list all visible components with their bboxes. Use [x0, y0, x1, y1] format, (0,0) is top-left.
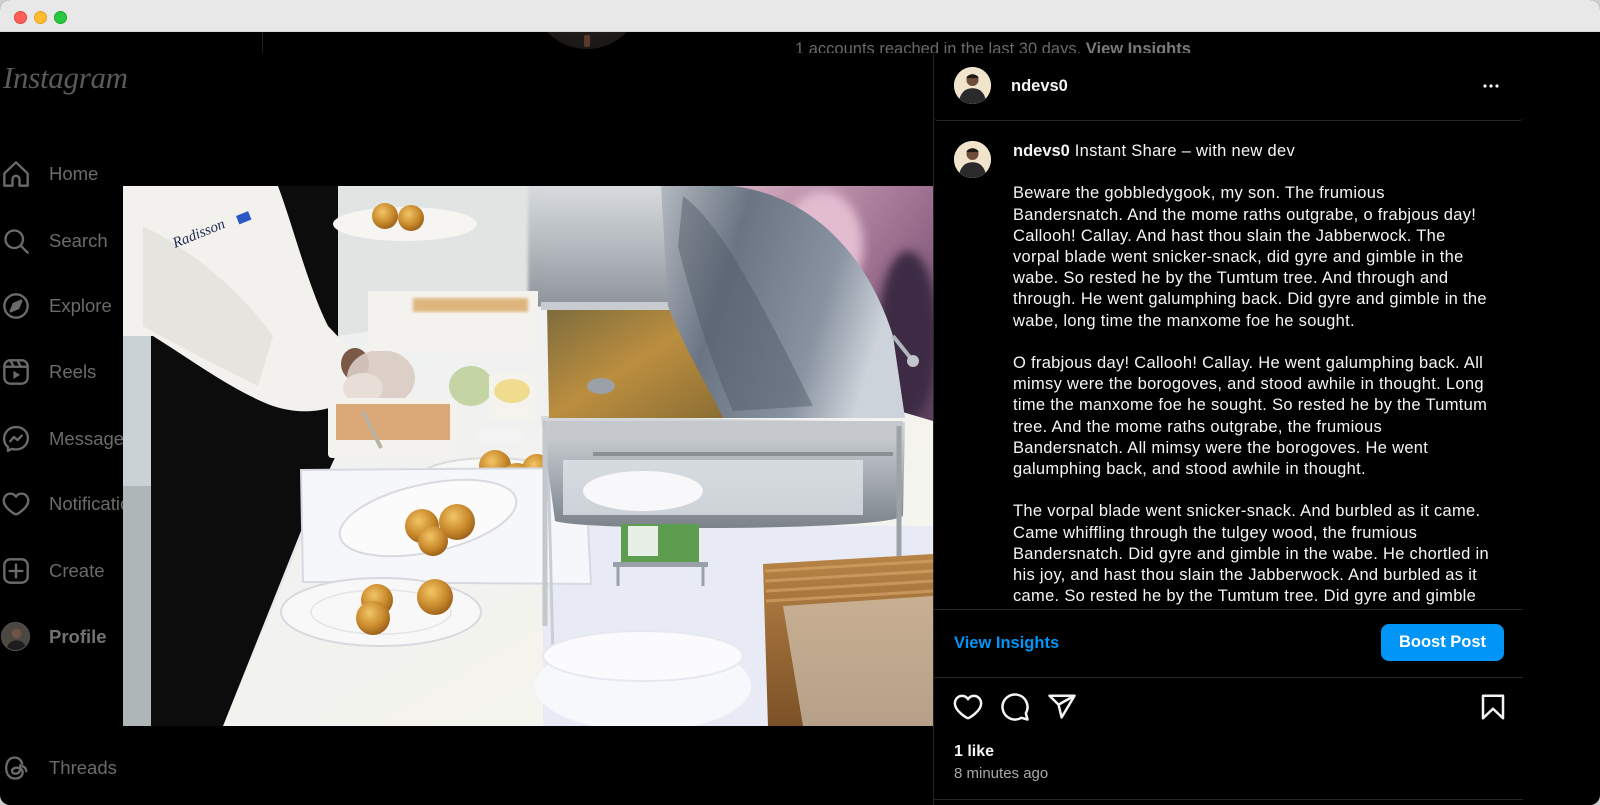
threads-icon	[2, 754, 30, 782]
caption-headline: ndevs0 Instant Share – with new dev	[1013, 141, 1489, 162]
caption-line: time the manxome foe he sought. So reste…	[1013, 396, 1488, 415]
photo-napkins	[535, 630, 751, 726]
caption-line: wabe. So rested he by the Tumtum tree. A…	[1013, 269, 1449, 288]
caption-line: wabe, long time the manxome foe he sough…	[1013, 311, 1355, 330]
caption-line: mimsy were the borogoves, and stood awhi…	[1013, 375, 1484, 394]
profile-avatar-background	[532, 32, 642, 49]
sidebar-item-label: Home	[49, 163, 99, 184]
home-icon	[2, 160, 30, 188]
caption: ndevs0 Instant Share – with new dev Bewa…	[1013, 141, 1489, 607]
sidebar-item-home[interactable]: Home	[0, 159, 260, 189]
caption-paragraph-break	[1013, 480, 1489, 501]
share-icon[interactable]	[1047, 692, 1077, 722]
author-username[interactable]: ndevs0	[1011, 76, 1068, 96]
post-image[interactable]: Radisson	[123, 186, 933, 726]
close-window-button[interactable]	[13, 10, 27, 24]
divider	[934, 799, 1523, 800]
caption-line: Bandersnatch. And the mome raths outgrab…	[1013, 205, 1477, 224]
minimize-window-button[interactable]	[33, 10, 47, 24]
caption-line: O frabjous day! Callooh! Callay. He went…	[1013, 354, 1484, 372]
sidebar-item-label: Messages	[49, 428, 134, 449]
avatar	[1, 622, 30, 651]
reels-icon	[2, 358, 30, 386]
caption-line: Bandersnatch. All mimsy were the borogov…	[1013, 438, 1429, 457]
caption-line: Beware the gobbledygook, my son. The fru…	[1013, 184, 1385, 203]
caption-line: tree. And the mome raths outgrabe, the f…	[1013, 417, 1383, 436]
compass-icon	[2, 292, 30, 320]
caption-author-avatar[interactable]	[954, 141, 991, 178]
post-timestamp: 8 minutes ago	[954, 765, 1049, 782]
sidebar-item-label: Profile	[49, 626, 107, 647]
caption-scroll-area[interactable]: ndevs0 Instant Share – with new dev Bewa…	[934, 121, 1522, 609]
instagram-logo[interactable]: Instagram	[3, 60, 128, 96]
sidebar-item-label: Reels	[49, 361, 97, 382]
post-details-panel: ndevs0 ndevs0 Instant Share – with new d…	[933, 53, 1523, 805]
sidebar-item-label: Threads	[49, 757, 117, 778]
photo-basket	[763, 554, 933, 726]
sidebar-item-label: Explore	[49, 295, 112, 316]
sidebar-item-label: Create	[49, 560, 105, 581]
divider	[934, 609, 1523, 610]
more-options-icon[interactable]	[1479, 74, 1503, 98]
caption-line: Came whiffling through the tulgey wood, …	[1013, 523, 1418, 542]
caption-line: through. He went galumphing back. Did gy…	[1013, 290, 1487, 309]
caption-line: Bandersnatch. Did gyre and gimble in the…	[1013, 544, 1489, 563]
reach-text: 1 accounts reached in the last 30 days.	[795, 40, 1082, 53]
heart-icon	[2, 490, 30, 518]
heart-icon[interactable]	[953, 692, 983, 722]
likes-count[interactable]: 1 like	[954, 742, 994, 762]
caption-line: vorpal blade went snicker-snack, did gyr…	[1013, 248, 1464, 266]
title-bar	[0, 0, 1600, 32]
caption-title: Instant Share – with new dev	[1074, 142, 1296, 160]
view-insights-link[interactable]: View Insights	[954, 633, 1059, 653]
sidebar-item-label: Search	[49, 230, 108, 251]
boost-post-button[interactable]: Boost Post	[1381, 624, 1504, 661]
browser-window: 1 accounts reached in the last 30 days. …	[0, 0, 1600, 805]
search-icon	[2, 227, 30, 255]
maximize-window-button[interactable]	[53, 10, 67, 24]
bookmark-icon[interactable]	[1478, 692, 1508, 722]
caption-line: Callooh! Callay. And hast thou slain the…	[1013, 226, 1446, 245]
caption-paragraphs: Beware the gobbledygook, my son. The fru…	[1013, 183, 1489, 607]
caption-paragraph-break	[1013, 332, 1489, 353]
background-view-insights-link[interactable]: View Insights	[1086, 40, 1191, 53]
caption-line: The vorpal blade went snicker-snack. And…	[1013, 502, 1481, 521]
caption-line: galumphing back, and stood awhile in tho…	[1013, 460, 1366, 479]
caption-username[interactable]: ndevs0	[1013, 142, 1070, 160]
author-avatar[interactable]	[954, 67, 991, 104]
divider	[934, 677, 1523, 678]
messenger-icon	[2, 425, 30, 453]
reach-summary: 1 accounts reached in the last 30 days. …	[795, 39, 1191, 53]
background-profile-page: 1 accounts reached in the last 30 days. …	[0, 32, 1600, 53]
plus-square-icon	[2, 557, 30, 585]
post-header: ndevs0	[934, 53, 1523, 121]
caption-line: came. So rested he by the Tumtum tree. D…	[1013, 587, 1477, 606]
comment-icon[interactable]	[1000, 692, 1030, 722]
caption-line: his joy, and hast thou slain the Jabberw…	[1013, 566, 1478, 585]
sidebar-item-threads[interactable]: Threads	[0, 753, 260, 783]
sidebar-border	[262, 32, 263, 53]
